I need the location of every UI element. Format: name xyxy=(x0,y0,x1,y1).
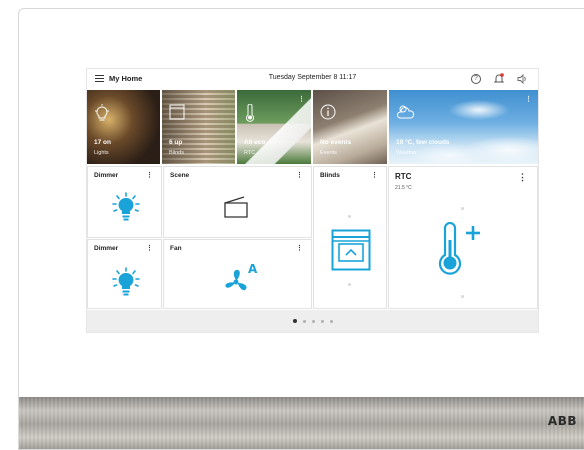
scene-menu-icon[interactable]: ⋮ xyxy=(296,171,303,179)
blinds-down-dot xyxy=(348,283,351,286)
steel-bezel: ABB xyxy=(19,397,584,449)
top-bar: My Home Tuesday September 8 11:17 ? xyxy=(87,69,538,89)
info-icon xyxy=(320,104,336,120)
dimmer-card-1[interactable]: Dimmer ⋮ xyxy=(87,166,162,238)
abb-logo: ABB xyxy=(547,414,577,428)
rtc-dot-top xyxy=(461,207,464,210)
cloud-sun-icon xyxy=(396,104,416,120)
alarm-bell-icon[interactable] xyxy=(494,73,504,84)
lights-value: 17 on xyxy=(94,139,111,146)
overview-tiles: 17 on Lights 6 up Blinds ⋮ All eco RTC N… xyxy=(87,90,538,164)
help-icon[interactable]: ? xyxy=(471,73,481,84)
weather-value: 19 °C, few clouds xyxy=(396,139,450,146)
touch-panel-device: My Home Tuesday September 8 11:17 ? 17 o… xyxy=(18,8,584,450)
thermometer-icon xyxy=(244,103,260,122)
top-icons: ? xyxy=(471,73,528,84)
lightbulb-icon xyxy=(112,267,140,296)
control-cards: Dimmer ⋮ Scene ⋮ Blinds ⋮ RTC 21.5 °C ⋮ … xyxy=(87,166,538,309)
rtc-value: All eco xyxy=(244,139,266,146)
rtc-label: RTC xyxy=(244,150,256,156)
rtc-temperature: 21.5 °C xyxy=(395,185,412,191)
blinds-icon xyxy=(331,229,371,271)
scene-title: Scene xyxy=(170,172,190,179)
tile-blinds[interactable]: 6 up Blinds xyxy=(162,90,235,164)
page-dot-1[interactable] xyxy=(292,319,297,323)
blinds-menu-icon[interactable]: ⋮ xyxy=(371,171,378,179)
lightbulb-icon xyxy=(94,104,110,121)
blinds-card[interactable]: Blinds ⋮ xyxy=(313,166,387,309)
weather-tile-menu[interactable]: ⋮ xyxy=(525,95,532,103)
page-indicator[interactable] xyxy=(87,310,538,332)
rtc-menu-icon[interactable]: ⋮ xyxy=(518,172,527,183)
events-value: No events xyxy=(320,139,352,146)
lights-label: Lights xyxy=(94,150,109,156)
rtc-tile-menu[interactable]: ⋮ xyxy=(298,95,305,103)
dimmer-1-menu-icon[interactable]: ⋮ xyxy=(146,171,153,179)
speaker-icon[interactable] xyxy=(517,73,528,84)
rtc-dot-bottom xyxy=(461,295,464,298)
dimmer-1-title: Dimmer xyxy=(94,172,119,179)
blinds-up-dot xyxy=(348,215,351,218)
tile-rtc[interactable]: ⋮ All eco RTC xyxy=(237,90,311,164)
dimmer-2-title: Dimmer xyxy=(94,245,119,252)
blinds-label: Blinds xyxy=(169,150,184,156)
page-dot-5[interactable] xyxy=(329,319,333,323)
lightbulb-icon xyxy=(112,192,140,221)
scene-card[interactable]: Scene ⋮ xyxy=(163,166,312,238)
blinds-icon xyxy=(169,104,185,120)
fan-title: Fan xyxy=(170,245,182,252)
fan-card[interactable]: Fan ⋮ A xyxy=(163,239,312,309)
thermometer-plus-icon xyxy=(438,222,480,275)
page-dot-3[interactable] xyxy=(311,319,315,323)
tile-weather[interactable]: ⋮ 19 °C, few clouds Weather xyxy=(389,90,538,164)
dimmer-card-2[interactable]: Dimmer ⋮ xyxy=(87,239,162,309)
page-dot-2[interactable] xyxy=(302,319,306,323)
panel-screen: My Home Tuesday September 8 11:17 ? 17 o… xyxy=(87,69,538,332)
dimmer-2-menu-icon[interactable]: ⋮ xyxy=(146,244,153,252)
rtc-card[interactable]: RTC 21.5 °C ⋮ xyxy=(388,166,538,309)
page-dot-4[interactable] xyxy=(320,319,324,323)
scene-icon xyxy=(224,196,248,218)
tile-events[interactable]: No events Events xyxy=(313,90,387,164)
weather-label: Weather xyxy=(396,150,417,156)
events-label: Events xyxy=(320,150,337,156)
tile-lights[interactable]: 17 on Lights xyxy=(87,90,160,164)
fan-auto-mode: A xyxy=(248,262,258,276)
blinds-value: 6 up xyxy=(169,139,183,146)
rtc-title: RTC xyxy=(395,172,412,181)
blinds-title: Blinds xyxy=(320,172,340,179)
fan-menu-icon[interactable]: ⋮ xyxy=(296,244,303,252)
